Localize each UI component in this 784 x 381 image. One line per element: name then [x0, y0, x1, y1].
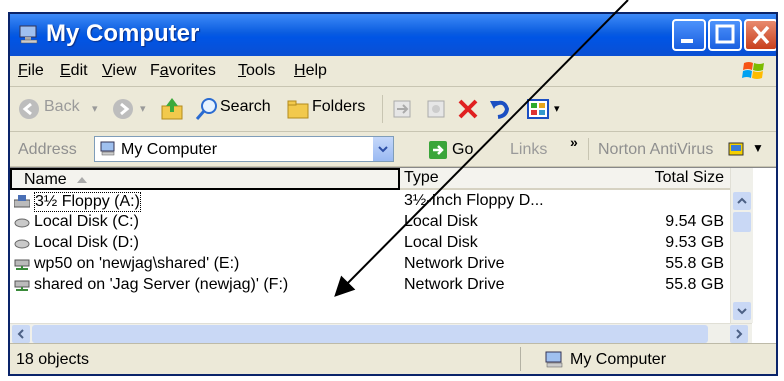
status-bar: 18 objects My Computer — [10, 343, 776, 374]
row-size: 9.54 GB — [665, 213, 724, 230]
address-bar: Address My Computer Go Links » Norton An… — [10, 132, 776, 167]
norton-dropdown-icon[interactable]: ▼ — [752, 141, 764, 155]
menu-view[interactable]: View — [102, 62, 136, 80]
address-separator — [588, 138, 589, 160]
computer-icon — [100, 141, 115, 156]
row-type: Local Disk — [404, 213, 478, 230]
row-name: wp50 on 'newjag\shared' (E:) — [34, 255, 240, 272]
minimize-button[interactable] — [672, 19, 706, 51]
menu-favorites[interactable]: Favorites — [150, 62, 216, 80]
address-label: Address — [18, 141, 77, 158]
links-chevron-icon[interactable]: » — [570, 134, 578, 150]
table-row[interactable]: Local Disk (C:) Local Disk 9.54 GB — [10, 212, 730, 233]
address-dropdown-button[interactable] — [373, 137, 393, 161]
minimize-icon — [681, 39, 693, 43]
menu-bar: File Edit View Favorites Tools Help — [10, 56, 776, 87]
windows-logo-icon — [742, 62, 764, 79]
horizontal-scroll-thumb[interactable] — [32, 325, 708, 343]
menu-tools[interactable]: Tools — [238, 62, 275, 80]
close-button[interactable] — [744, 19, 776, 51]
window-title: My Computer — [46, 20, 200, 47]
sort-ascending-icon — [77, 177, 87, 183]
table-row[interactable]: wp50 on 'newjag\shared' (E:) Network Dri… — [10, 254, 730, 275]
close-icon — [752, 25, 770, 45]
maximize-button[interactable] — [708, 19, 742, 51]
row-name: Local Disk (D:) — [34, 234, 139, 251]
local-disk-icon — [14, 239, 30, 249]
row-name: Local Disk (C:) — [34, 213, 139, 230]
column-header-size[interactable]: Total Size — [590, 168, 730, 190]
vertical-scroll-thumb[interactable] — [733, 212, 751, 232]
links-button[interactable]: Links — [510, 141, 547, 159]
folders-button[interactable]: Folders — [312, 98, 365, 116]
row-type: Network Drive — [404, 276, 505, 293]
forward-dropdown-icon[interactable]: ▾ — [140, 102, 146, 115]
file-list: Name Type Total Size 3½ Floppy (A:) 3½-I… — [10, 167, 776, 344]
folders-icon — [287, 100, 309, 119]
status-separator — [520, 347, 521, 371]
chevron-down-icon — [378, 146, 388, 153]
menu-file[interactable]: File — [18, 62, 44, 80]
copy-to-icon[interactable] — [424, 97, 448, 121]
table-row[interactable]: Local Disk (D:) Local Disk 9.53 GB — [10, 233, 730, 254]
norton-antivirus-button[interactable]: Norton AntiVirus — [598, 141, 713, 159]
network-drive-icon — [14, 259, 30, 270]
column-header-type[interactable]: Type — [400, 168, 590, 190]
standard-toolbar: Back ▾ ▾ Search Folders ▾ — [10, 87, 776, 132]
row-type: 3½-Inch Floppy D... — [404, 192, 544, 209]
row-size: 55.8 GB — [665, 255, 724, 272]
scroll-left-icon[interactable] — [12, 325, 30, 343]
row-type: Local Disk — [404, 234, 478, 251]
explorer-window: My Computer File Edit View Favorites Too… — [8, 12, 778, 376]
row-name: shared on 'Jag Server (newjag)' (F:) — [34, 276, 289, 293]
go-label: Go — [452, 141, 474, 158]
views-icon[interactable] — [526, 97, 554, 121]
row-type: Network Drive — [404, 255, 505, 272]
floppy-drive-icon — [14, 195, 30, 208]
scroll-down-icon[interactable] — [733, 302, 751, 320]
table-row[interactable]: shared on 'Jag Server (newjag)' (F:) Net… — [10, 275, 730, 296]
status-object-count: 18 objects — [16, 351, 89, 368]
scroll-up-icon[interactable] — [733, 192, 751, 210]
search-icon — [195, 98, 217, 120]
row-name: 3½ Floppy (A:) — [34, 192, 141, 212]
horizontal-scrollbar[interactable] — [10, 323, 752, 344]
norton-icon[interactable] — [728, 141, 746, 159]
up-folder-icon[interactable] — [160, 96, 184, 122]
scroll-right-icon[interactable] — [730, 325, 748, 343]
delete-icon[interactable] — [456, 97, 480, 121]
local-disk-icon — [14, 218, 30, 228]
back-arrow-icon[interactable] — [18, 98, 40, 120]
menu-edit[interactable]: Edit — [60, 62, 88, 80]
maximize-icon — [715, 24, 735, 44]
go-arrow-icon — [429, 141, 447, 159]
column-header-name[interactable]: Name — [10, 168, 400, 190]
move-to-icon[interactable] — [390, 97, 414, 121]
address-value: My Computer — [121, 141, 218, 158]
search-button[interactable]: Search — [220, 98, 271, 116]
address-input[interactable]: My Computer — [94, 136, 394, 162]
vertical-scrollbar[interactable] — [730, 168, 753, 323]
title-bar[interactable]: My Computer — [10, 14, 776, 56]
menu-help[interactable]: Help — [294, 62, 327, 80]
toolbar-separator — [382, 95, 383, 123]
computer-icon — [19, 25, 38, 44]
back-button[interactable]: Back — [44, 98, 80, 116]
row-size: 9.53 GB — [665, 234, 724, 251]
computer-icon — [545, 351, 563, 368]
row-size: 55.8 GB — [665, 276, 724, 293]
status-location: My Computer — [570, 351, 667, 368]
views-dropdown-icon[interactable]: ▾ — [554, 102, 560, 115]
forward-arrow-icon[interactable] — [112, 98, 134, 120]
table-row[interactable]: 3½ Floppy (A:) 3½-Inch Floppy D... — [10, 191, 730, 212]
back-dropdown-icon[interactable]: ▾ — [92, 102, 98, 115]
undo-icon[interactable] — [488, 97, 512, 121]
network-drive-icon — [14, 280, 30, 291]
